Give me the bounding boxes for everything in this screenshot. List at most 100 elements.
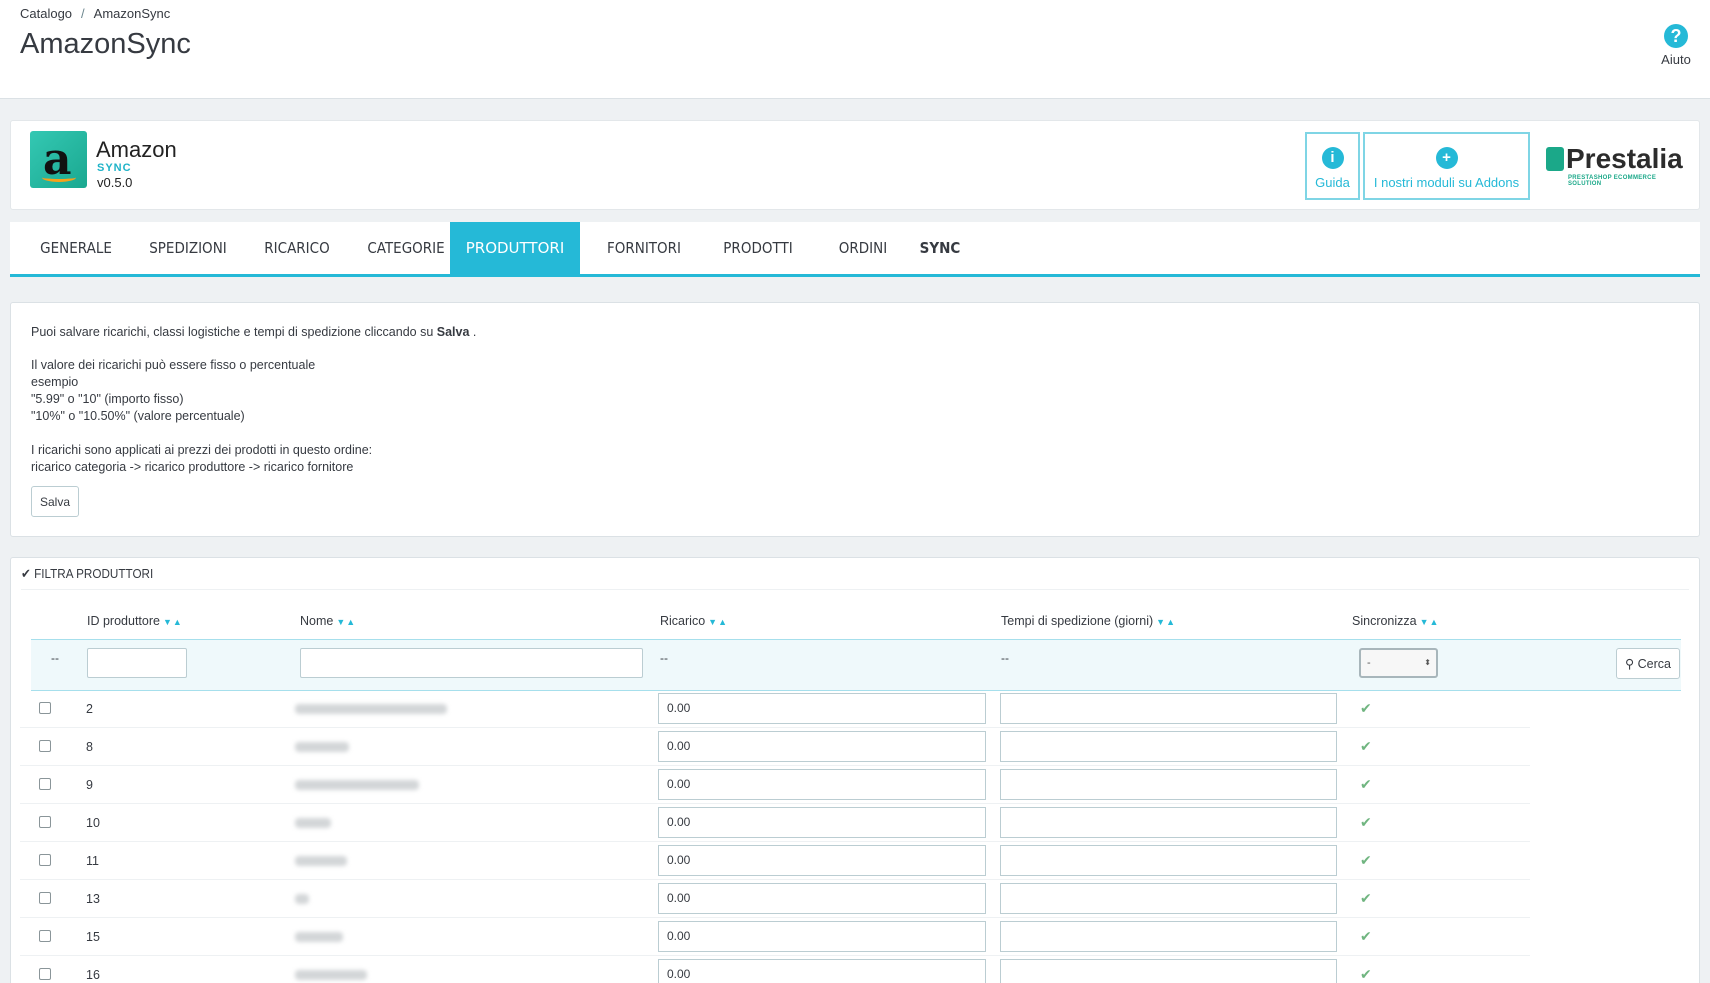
row-ricarico-input[interactable]: 0.00 [658,921,986,952]
sort-icon[interactable]: ▼▲ [1420,617,1440,627]
page-title: AmazonSync [20,28,191,60]
row-checkbox[interactable] [39,892,51,904]
row-checkbox[interactable] [39,778,51,790]
row-tempi-input[interactable] [1000,731,1337,762]
check-icon[interactable]: ✔ [1360,966,1372,983]
guida-label: Guida [1315,175,1350,190]
row-checkbox[interactable] [39,854,51,866]
tab-generale[interactable]: GENERALE [29,222,123,274]
info-line: esempio [31,375,79,389]
info-text-end: . [472,325,477,339]
filter-panel-title: ✔ FILTRA PRODUTTORI [21,566,153,582]
row-id: 16 [86,968,100,982]
tab-sync[interactable]: SYNC [913,222,967,274]
filter-nome-input[interactable] [300,648,643,678]
check-icon[interactable]: ✔ [1360,852,1372,869]
tab-categorie[interactable]: CATEGORIE [359,222,453,274]
module-tabs: GENERALE SPEDIZIONI RICARICO CATEGORIE P… [10,222,1700,277]
breadcrumb-separator: / [81,6,85,21]
row-name-redacted [295,742,349,752]
row-id: 13 [86,892,100,906]
row-tempi-input[interactable] [1000,807,1337,838]
info-line: Il valore dei ricarichi può essere fisso… [31,358,316,372]
prestalia-tagline: PRESTASHOP ECOMMERCE SOLUTION [1568,175,1657,187]
sort-icon[interactable]: ▼▲ [1156,617,1176,627]
row-ricarico-input[interactable]: 0.00 [658,731,986,762]
table-row: 2 0.00 ✔ [20,690,1530,728]
row-name-redacted [295,932,343,942]
check-icon[interactable]: ✔ [1360,928,1372,945]
tab-ricarico[interactable]: RICARICO [255,222,340,274]
row-tempi-input[interactable] [1000,921,1337,952]
sort-icon[interactable]: ▼▲ [163,617,183,627]
table-row: 13 0.00 ✔ [20,880,1530,918]
info-line: I ricarichi sono applicati ai prezzi dei… [31,443,373,457]
row-name-redacted [295,970,367,980]
tab-ordini[interactable]: ORDINI [823,222,904,274]
row-tempi-input[interactable] [1000,959,1337,983]
row-name-redacted [295,856,347,866]
filter-id-input[interactable] [87,648,187,678]
col-header-tempi: Tempi di spedizione (giorni) ▼▲ [1001,614,1176,628]
row-name-redacted [295,704,447,714]
help-label: Aiuto [1661,52,1691,67]
col-header-sincronizza: Sincronizza ▼▲ [1352,614,1440,628]
addons-label: I nostri moduli su Addons [1373,175,1520,190]
tab-prodotti[interactable]: PRODOTTI [711,222,805,274]
row-tempi-input[interactable] [1000,693,1337,724]
row-tempi-input[interactable] [1000,883,1337,914]
save-button[interactable]: Salva [31,486,79,517]
module-header-panel: a Amazon SYNC v0.5.0 i Guida + I nostri … [10,120,1700,210]
col-header-id: ID produttore ▼▲ [87,614,183,628]
row-checkbox[interactable] [39,740,51,752]
info-line: "10%" o "10.50%" (valore percentuale) [31,409,245,423]
guida-button[interactable]: i Guida [1305,132,1360,200]
table-row: 8 0.00 ✔ [20,728,1530,766]
tab-spedizioni[interactable]: SPEDIZIONI [141,222,235,274]
row-checkbox[interactable] [39,968,51,980]
check-icon[interactable]: ✔ [1360,738,1372,755]
check-icon[interactable]: ✔ [1360,814,1372,831]
row-tempi-input[interactable] [1000,769,1337,800]
prestalia-logo[interactable]: Prestalia PRESTASHOP ECOMMERCE SOLUTION [1546,141,1686,187]
row-ricarico-input[interactable]: 0.00 [658,883,986,914]
plus-circle-icon: + [1435,147,1458,169]
prestalia-wordmark: Prestalia [1566,143,1683,174]
filter-dash: -- [1001,651,1009,665]
tab-fornitori[interactable]: FORNITORI [597,222,691,274]
amazon-logo-icon: a [30,131,87,188]
row-id: 15 [86,930,100,944]
check-icon[interactable]: ✔ [1360,700,1372,717]
sort-icon[interactable]: ▼▲ [708,617,728,627]
row-ricarico-input[interactable]: 0.00 [658,845,986,876]
addons-button[interactable]: + I nostri moduli su Addons [1363,132,1530,200]
filter-dash: -- [51,651,59,665]
search-icon: ⚲ [1625,657,1635,671]
row-name-redacted [295,894,309,904]
sort-icon[interactable]: ▼▲ [336,617,356,627]
row-ricarico-input[interactable]: 0.00 [658,807,986,838]
filter-sincronizza-select[interactable]: - ⬍ [1359,648,1438,678]
breadcrumb-catalogo[interactable]: Catalogo [20,6,72,21]
row-checkbox[interactable] [39,930,51,942]
filter-dash: -- [660,651,668,665]
select-value: - [1367,657,1371,669]
row-checkbox[interactable] [39,702,51,714]
help-button[interactable]: ? Aiuto [1656,24,1696,67]
table-row: 15 0.00 ✔ [20,918,1530,956]
tab-produttori[interactable]: PRODUTTORI [450,222,580,274]
row-ricarico-input[interactable]: 0.00 [658,769,986,800]
filter-title-text: FILTRA PRODUTTORI [34,566,154,581]
row-checkbox[interactable] [39,816,51,828]
info-line-save: Puoi salvare ricarichi, classi logistich… [31,325,476,339]
row-id: 2 [86,702,93,716]
row-ricarico-input[interactable]: 0.00 [658,959,986,983]
question-icon: ? [1664,24,1688,48]
search-button[interactable]: ⚲ Cerca [1616,648,1680,679]
check-icon[interactable]: ✔ [1360,776,1372,793]
row-name-redacted [295,780,419,790]
row-ricarico-input[interactable]: 0.00 [658,693,986,724]
row-tempi-input[interactable] [1000,845,1337,876]
check-icon[interactable]: ✔ [1360,890,1372,907]
table-row: 11 0.00 ✔ [20,842,1530,880]
